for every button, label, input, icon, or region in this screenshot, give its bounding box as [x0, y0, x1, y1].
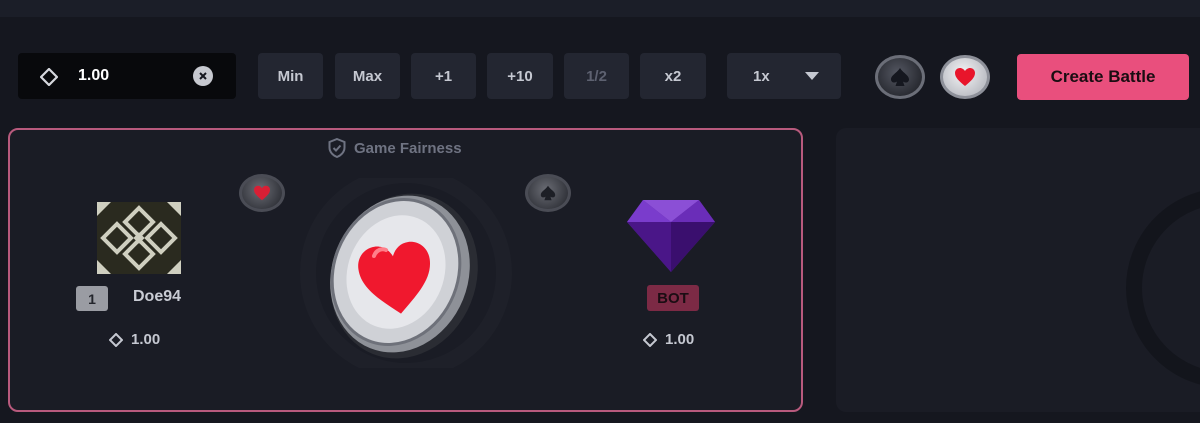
multiplier-value: 1x — [753, 67, 770, 85]
pick-spade-button[interactable] — [875, 55, 929, 99]
player-level-badge: 1 — [76, 286, 108, 311]
multiplier-select[interactable]: 1x — [727, 53, 841, 99]
coin-flip-animation — [296, 167, 516, 379]
diamond-icon — [40, 68, 58, 86]
player-bet: 1.00 — [109, 331, 160, 348]
plus-ten-button[interactable]: +10 — [487, 53, 553, 99]
shield-check-icon — [328, 138, 346, 158]
plus-one-button[interactable]: +1 — [411, 53, 476, 99]
player-bet-value: 1.00 — [131, 331, 161, 348]
heart-icon — [955, 68, 975, 86]
game-fairness-label: Game Fairness — [354, 139, 462, 157]
spade-icon — [540, 185, 556, 201]
spade-icon — [891, 68, 909, 86]
bot-badge: BOT — [647, 285, 699, 311]
bet-amount-value[interactable]: 1.00 — [78, 67, 109, 85]
battle-card[interactable]: Game Fairness 1 Doe94 1.00 BOT 1.00 — [8, 128, 803, 412]
max-button[interactable]: Max — [335, 53, 400, 99]
top-nav-strip — [0, 0, 1200, 17]
heart-icon — [254, 185, 270, 201]
bot-avatar-gem-icon — [625, 198, 717, 279]
min-button[interactable]: Min — [258, 53, 323, 99]
player-side-heart — [239, 174, 285, 212]
battle-card-2[interactable] — [836, 128, 1200, 412]
clear-icon[interactable] — [193, 66, 213, 86]
coin-placeholder-ring — [1126, 188, 1200, 388]
opponent-bet-value: 1.00 — [665, 331, 695, 348]
player-name[interactable]: Doe94 — [133, 288, 181, 306]
pick-heart-button[interactable] — [940, 55, 994, 99]
chevron-down-icon — [805, 72, 819, 80]
game-fairness-link[interactable]: Game Fairness — [328, 138, 462, 158]
avatar — [97, 202, 181, 274]
half-button[interactable]: 1/2 — [564, 53, 629, 99]
opponent-bet: 1.00 — [643, 331, 694, 348]
opponent-side-spade — [525, 174, 571, 212]
create-battle-button[interactable]: Create Battle — [1017, 54, 1189, 100]
diamond-icon — [109, 332, 123, 347]
bet-amount-input[interactable]: 1.00 — [18, 53, 236, 99]
double-button[interactable]: x2 — [640, 53, 706, 99]
diamond-icon — [643, 332, 657, 347]
